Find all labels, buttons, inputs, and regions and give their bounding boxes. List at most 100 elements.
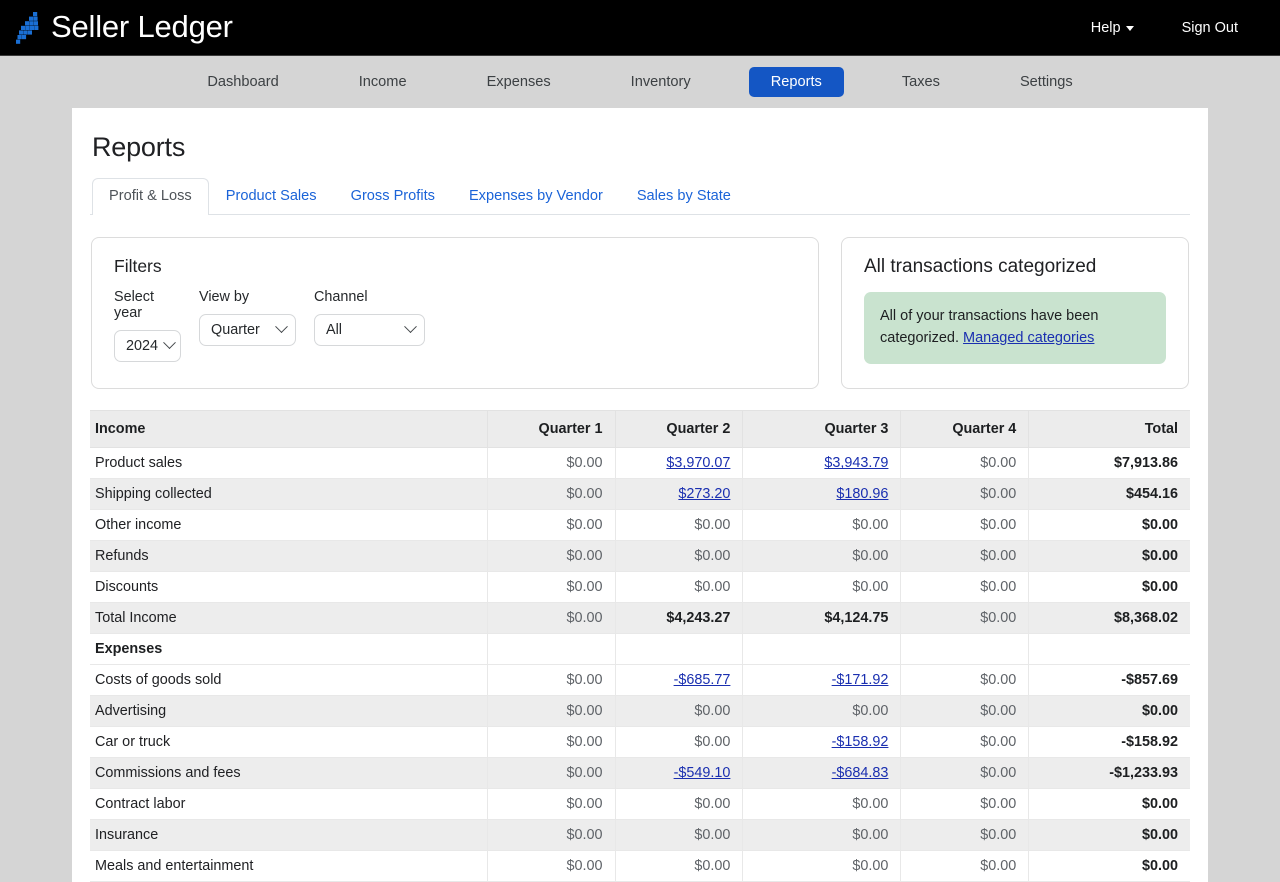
cell-total: $0.00: [1028, 788, 1190, 821]
amount-link[interactable]: -$158.92: [832, 734, 889, 750]
row-label: Costs of goods sold: [90, 664, 488, 697]
nav-item-taxes[interactable]: Taxes: [880, 67, 962, 97]
row-label: Expenses: [90, 633, 488, 666]
cell-total: $454.16: [1028, 478, 1190, 511]
table-row: Insurance $0.00 $0.00 $0.00 $0.00 $0.00: [90, 819, 1190, 852]
row-label: Shipping collected: [90, 478, 488, 511]
managed-categories-link[interactable]: Managed categories: [963, 330, 1094, 346]
channel-value: All: [326, 321, 342, 338]
tab-sales-by-state[interactable]: Sales by State: [620, 178, 748, 215]
panels-row: Filters Select year 2024 View by Quarter: [90, 236, 1190, 390]
page-title: Reports: [92, 132, 186, 162]
table-header-row: Income Quarter 1 Quarter 2 Quarter 3 Quarter…: [90, 410, 1190, 449]
cell-quarter-3: -$171.92: [742, 664, 902, 697]
cell-quarter-3: $3,943.79: [742, 447, 902, 480]
tab-expenses-by-vendor[interactable]: Expenses by Vendor: [452, 178, 620, 215]
amount-link[interactable]: -$549.10: [674, 765, 731, 781]
cell-total: $7,913.86: [1028, 447, 1190, 480]
amount-link[interactable]: $3,970.07: [666, 455, 730, 471]
top-header-bar: Seller Ledger Help Sign Out: [0, 0, 1280, 55]
table-row: Meals and entertainment $0.00 $0.00 $0.00 $0…: [90, 850, 1190, 882]
tab-profit-loss[interactable]: Profit & Loss: [92, 178, 209, 215]
profit-loss-table: Income Quarter 1 Quarter 2 Quarter 3 Quarter…: [90, 410, 1190, 882]
all-categorized-alert: All of your transactions have been categ…: [864, 291, 1166, 365]
select-year-value: 2024: [126, 337, 159, 354]
cell-quarter-1: $0.00: [487, 602, 616, 635]
filters-title: Filters: [114, 255, 162, 276]
cell-total: $0.00: [1028, 850, 1190, 882]
channel-dropdown[interactable]: All: [314, 313, 425, 346]
nav-item-reports[interactable]: Reports: [748, 67, 844, 97]
cell-quarter-4: $0.00: [900, 447, 1030, 480]
cell-quarter-2: -$685.77: [615, 664, 744, 697]
table-row: Product sales $0.00 $3,970.07 $3,943.79 $0.0…: [90, 447, 1190, 480]
cell-quarter-2: $3,970.07: [615, 447, 744, 480]
row-label: Refunds: [90, 540, 488, 573]
cell-quarter-4: $0.00: [900, 757, 1030, 790]
profit-loss-table-wrap: Income Quarter 1 Quarter 2 Quarter 3 Quarter…: [90, 410, 1190, 882]
amount-link[interactable]: $3,943.79: [824, 455, 888, 471]
row-label: Product sales: [90, 447, 488, 480]
main-navigation: Dashboard Income Expenses Inventory Reports T…: [0, 55, 1280, 108]
header-actions: Help Sign Out: [1091, 20, 1260, 36]
cell-quarter-2: $0.00: [615, 571, 744, 604]
cell-total: $0.00: [1028, 819, 1190, 852]
chevron-down-icon: [275, 320, 288, 334]
cell-quarter-3: -$684.83: [742, 757, 902, 790]
cell-total: -$158.92: [1028, 726, 1190, 759]
filters-row: Select year 2024 View by Quarter Channel: [114, 289, 796, 362]
cell-quarter-1: $0.00: [487, 540, 616, 573]
sign-out-button[interactable]: Sign Out: [1182, 20, 1238, 36]
cell-quarter-2: $0.00: [615, 850, 744, 882]
nav-item-inventory[interactable]: Inventory: [609, 67, 713, 97]
cell-total: -$1,233.93: [1028, 757, 1190, 790]
amount-link[interactable]: $273.20: [678, 486, 730, 502]
row-label: Insurance: [90, 819, 488, 852]
channel-label: Channel: [314, 288, 368, 305]
cell-quarter-1: $0.00: [487, 509, 616, 542]
cell-quarter-3: [742, 633, 902, 666]
cell-total: [1028, 633, 1190, 666]
cell-quarter-2: $0.00: [615, 540, 744, 573]
view-by-dropdown[interactable]: Quarter: [199, 313, 296, 346]
nav-item-settings[interactable]: Settings: [998, 67, 1095, 97]
help-menu[interactable]: Help: [1091, 20, 1134, 36]
column-header-quarter-4: Quarter 4: [900, 410, 1030, 449]
cell-total: $0.00: [1028, 695, 1190, 728]
tab-gross-profits[interactable]: Gross Profits: [334, 178, 452, 215]
cell-quarter-3: $0.00: [742, 540, 902, 573]
table-row: Refunds $0.00 $0.00 $0.00 $0.00 $0.00: [90, 540, 1190, 573]
cell-quarter-4: $0.00: [900, 726, 1030, 759]
view-by-label: View by: [199, 288, 250, 305]
cell-quarter-2: $0.00: [615, 726, 744, 759]
cell-quarter-4: $0.00: [900, 602, 1030, 635]
chevron-down-icon: [1125, 26, 1134, 31]
tab-product-sales[interactable]: Product Sales: [209, 178, 334, 215]
cell-quarter-2: $0.00: [615, 819, 744, 852]
nav-item-expenses[interactable]: Expenses: [465, 67, 573, 97]
table-row: Total Income $0.00 $4,243.27 $4,124.75 $0.00…: [90, 602, 1190, 635]
cell-quarter-2: -$549.10: [615, 757, 744, 790]
cell-quarter-1: $0.00: [487, 850, 616, 882]
amount-link[interactable]: -$685.77: [674, 672, 731, 688]
amount-link[interactable]: -$171.92: [832, 672, 889, 688]
cell-quarter-3: $0.00: [742, 695, 902, 728]
cell-quarter-1: $0.00: [487, 695, 616, 728]
amount-link[interactable]: $180.96: [836, 486, 888, 502]
amount-link[interactable]: -$684.83: [832, 765, 889, 781]
select-year-dropdown[interactable]: 2024: [114, 329, 181, 362]
cell-quarter-1: [487, 633, 616, 666]
cell-quarter-4: $0.00: [900, 788, 1030, 821]
column-header-income: Income: [90, 410, 488, 449]
column-header-quarter-2: Quarter 2: [615, 410, 744, 449]
cell-quarter-1: $0.00: [487, 819, 616, 852]
chevron-down-icon: [163, 336, 176, 350]
brand-logo[interactable]: Seller Ledger: [16, 11, 233, 45]
cell-quarter-4: $0.00: [900, 695, 1030, 728]
cell-quarter-1: $0.00: [487, 726, 616, 759]
row-label: Other income: [90, 509, 488, 542]
nav-item-income[interactable]: Income: [337, 67, 429, 97]
help-label: Help: [1090, 19, 1121, 36]
nav-item-dashboard[interactable]: Dashboard: [185, 67, 300, 97]
row-label: Discounts: [90, 571, 488, 604]
